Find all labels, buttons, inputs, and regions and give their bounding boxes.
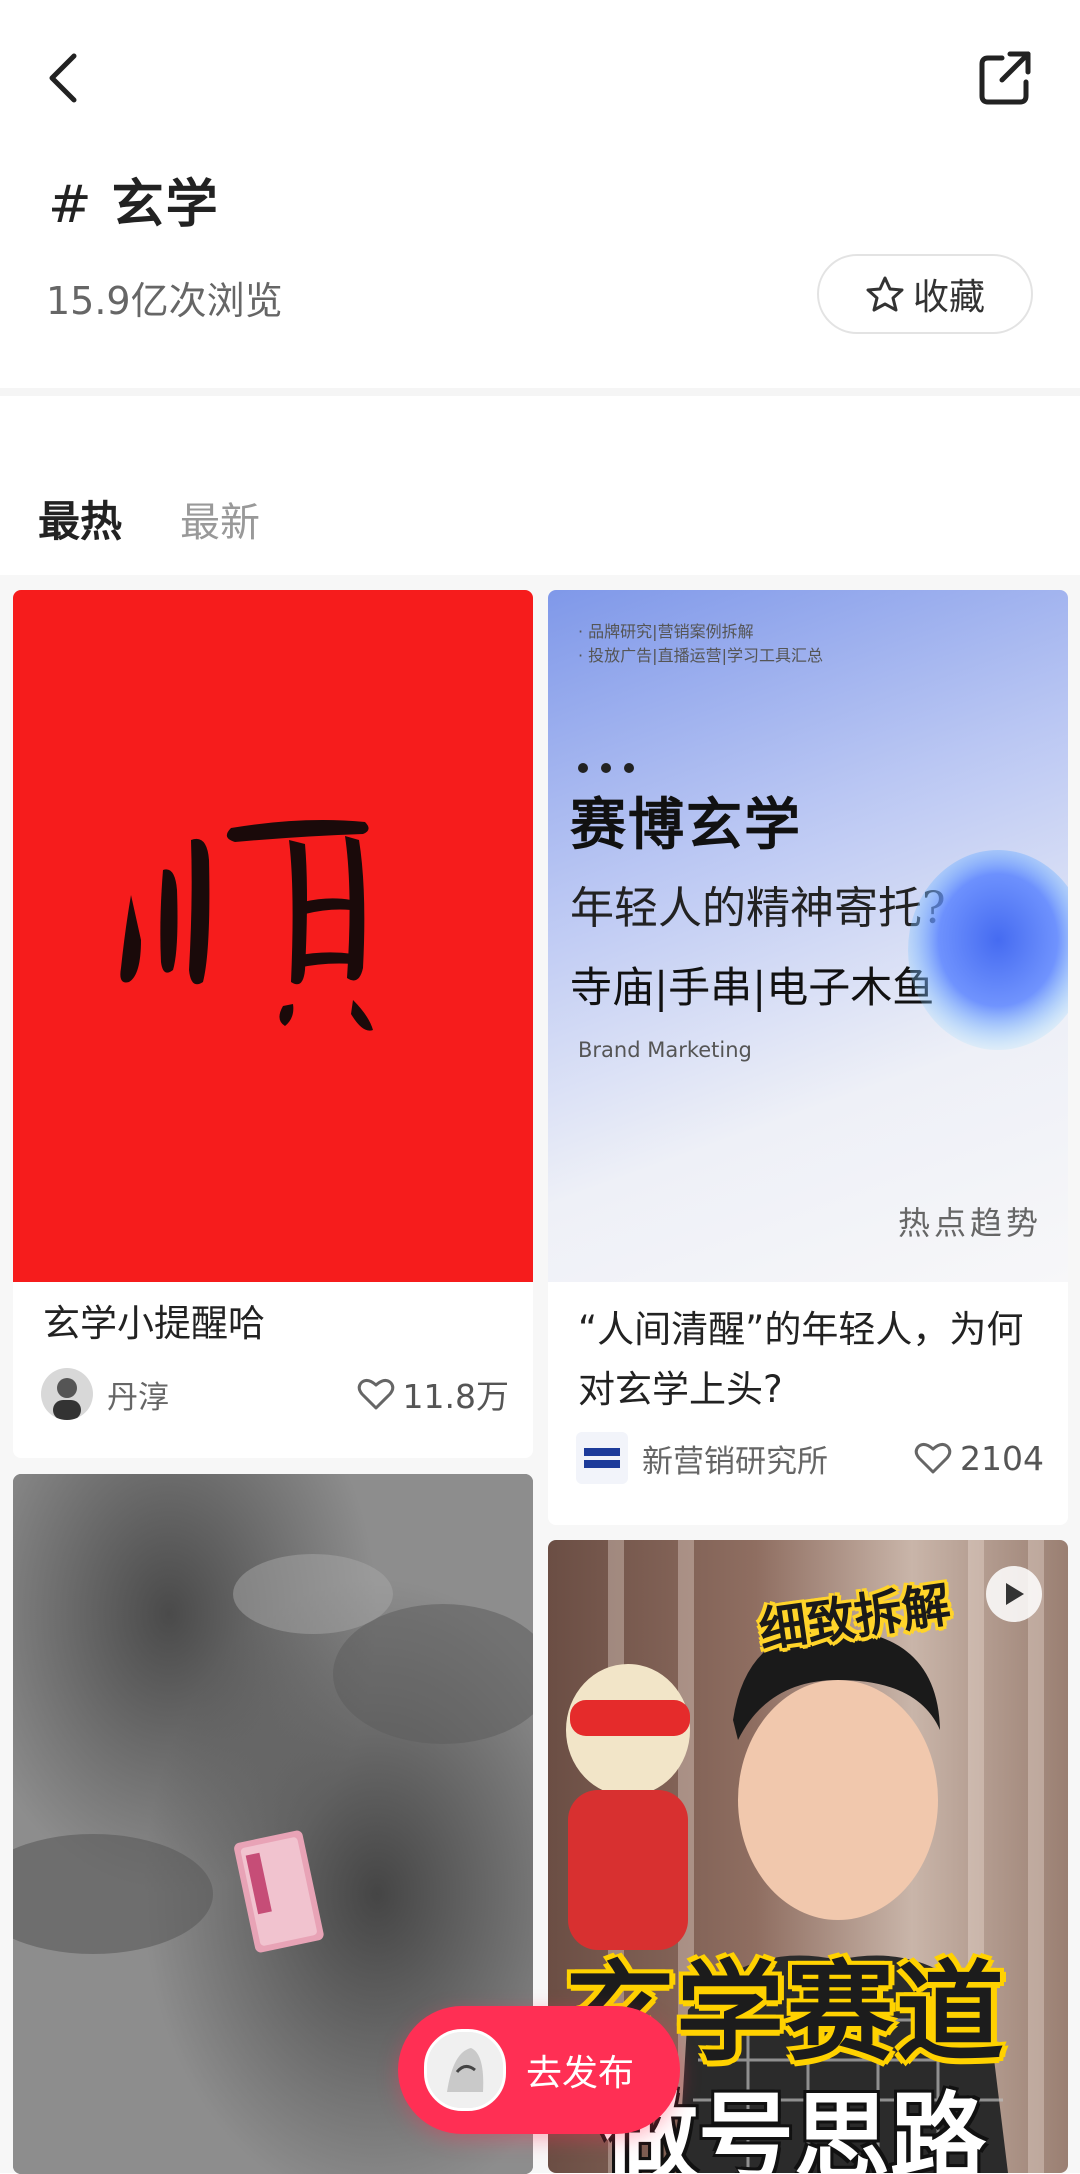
avatar[interactable] <box>41 1368 93 1420</box>
note-cover-image: 顺 <box>13 590 533 1282</box>
favorite-label: 收藏 <box>912 277 985 318</box>
publish-button[interactable]: 去发布 <box>398 2006 680 2134</box>
cover-text-line: · 投放广告|直播运营|学习工具汇总 <box>578 646 823 665</box>
note-meta: 新营销研究所 2104 <box>576 1430 1044 1486</box>
back-button[interactable] <box>40 48 90 108</box>
author-name[interactable]: 新营销研究所 <box>642 1436 914 1481</box>
blue-blob-decoration <box>908 850 1068 1050</box>
play-icon[interactable] <box>986 1566 1042 1622</box>
calligraphy-shun-image: 顺 <box>120 820 373 1031</box>
chevron-left-icon <box>49 53 77 103</box>
view-count: 15.9亿次浏览 <box>46 279 283 323</box>
note-card[interactable]: · 品牌研究|营销案例拆解 · 投放广告|直播运营|学习工具汇总 赛博玄学 年轻… <box>548 590 1068 1525</box>
avatar[interactable] <box>576 1432 628 1484</box>
like-button[interactable]: 11.8万 <box>357 1370 509 1418</box>
share-external-icon <box>979 51 1031 105</box>
like-count: 2104 <box>960 1438 1044 1478</box>
hash-icon: # <box>48 175 94 235</box>
topic-title: # 玄学 <box>48 162 220 237</box>
author-name[interactable]: 丹淳 <box>107 1372 357 1417</box>
note-title: 玄学小提醒哈 <box>43 1302 265 1345</box>
tab-new[interactable]: 最新 <box>180 490 260 548</box>
cover-brand: Brand Marketing <box>578 1038 752 1062</box>
tab-hot[interactable]: 最热 <box>38 488 122 549</box>
publish-label: 去发布 <box>526 2053 635 2094</box>
cover-trend-label: 热点趋势 <box>897 1204 1042 1242</box>
star-outline-icon <box>866 276 904 312</box>
like-count: 11.8万 <box>402 1377 509 1416</box>
note-meta: 丹淳 11.8万 <box>41 1366 509 1422</box>
dots-decoration <box>578 758 647 777</box>
cover-text-line: · 品牌研究|营销案例拆解 <box>578 622 754 641</box>
note-cover-image: · 品牌研究|营销案例拆解 · 投放广告|直播运营|学习工具汇总 赛博玄学 年轻… <box>548 590 1068 1282</box>
heart-outline-icon <box>914 1442 952 1474</box>
topic-name: 玄学 <box>111 175 220 235</box>
note-card[interactable]: 顺 玄学小提醒哈 丹淳 11.8万 <box>13 590 533 1458</box>
note-title: “人间清醒”的年轻人，为何对玄学上头? <box>578 1308 1024 1411</box>
share-button[interactable] <box>978 48 1032 108</box>
like-button[interactable]: 2104 <box>914 1439 1044 1478</box>
avatar <box>424 2029 506 2111</box>
heart-outline-icon <box>357 1378 394 1410</box>
section-divider <box>0 388 1080 396</box>
favorite-button[interactable]: 收藏 <box>817 254 1033 334</box>
cover-heading: 赛博玄学 <box>570 792 802 858</box>
